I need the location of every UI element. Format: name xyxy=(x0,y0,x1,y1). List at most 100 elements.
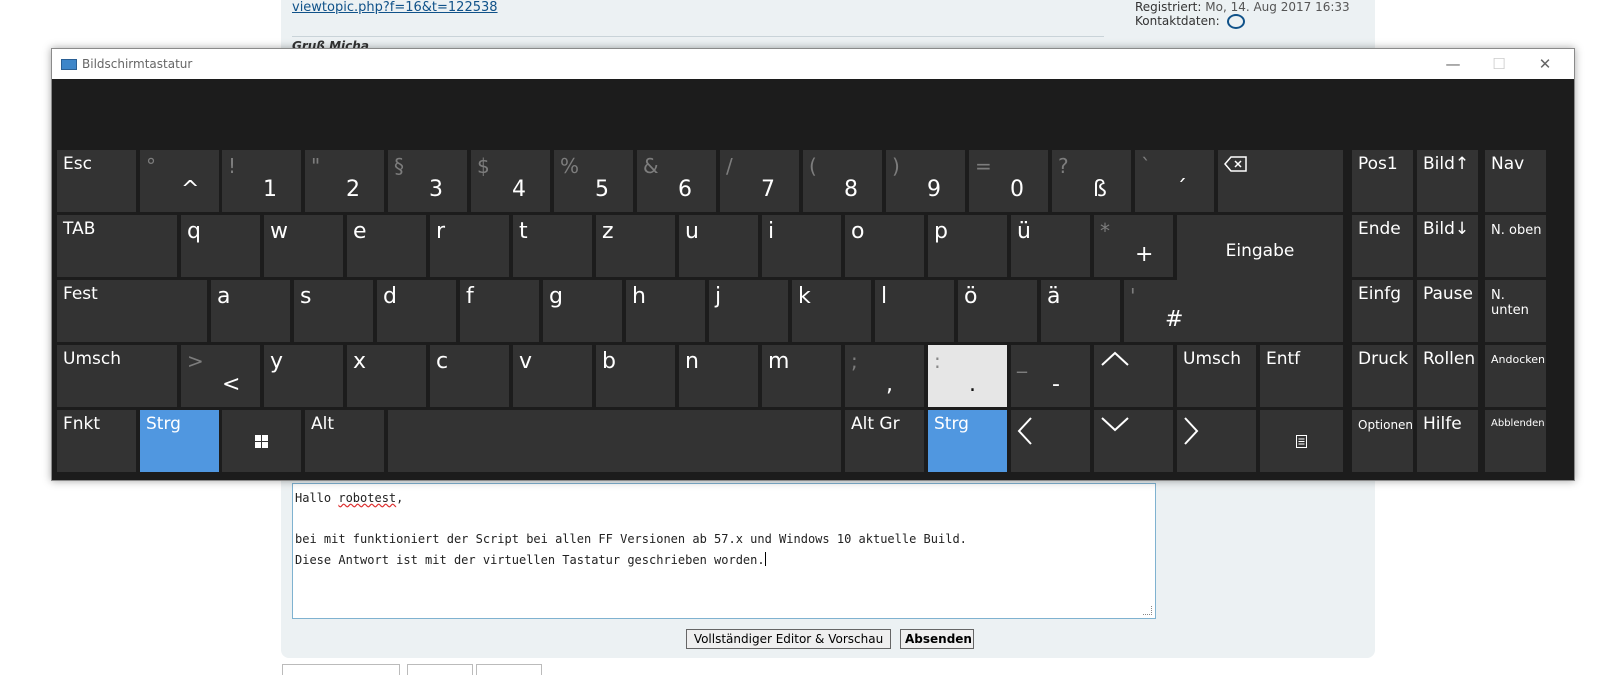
key-dock[interactable]: Andocken xyxy=(1485,345,1546,407)
osk-titlebar[interactable]: Bildschirmtastatur — ☐ ✕ xyxy=(52,49,1574,79)
key-ctrl-left[interactable]: Strg xyxy=(140,410,219,472)
key-arrow-left[interactable] xyxy=(1011,410,1090,472)
key-s[interactable]: s xyxy=(294,280,373,342)
key-a[interactable]: a xyxy=(211,280,290,342)
key-arrow-down[interactable] xyxy=(1094,410,1173,472)
key-arrow-up[interactable] xyxy=(1094,345,1173,407)
key-caps-lock[interactable]: Fest xyxy=(57,280,207,342)
full-editor-button[interactable]: Vollständiger Editor & Vorschau xyxy=(686,629,891,649)
key-o[interactable]: o xyxy=(845,215,924,277)
key-scroll-lock[interactable]: Rollen xyxy=(1417,345,1478,407)
speech-bubble-icon[interactable] xyxy=(1227,14,1246,29)
context-menu-icon xyxy=(1296,435,1307,448)
key-acute[interactable]: ` ´ xyxy=(1135,150,1214,212)
key-insert[interactable]: Einfg xyxy=(1352,280,1413,342)
text-caret xyxy=(764,552,766,566)
key-p[interactable]: p xyxy=(928,215,1007,277)
key-q[interactable]: q xyxy=(181,215,260,277)
key-print[interactable]: Druck xyxy=(1352,345,1413,407)
key-h[interactable]: h xyxy=(626,280,705,342)
key-8[interactable]: (8 xyxy=(803,150,882,212)
key-alt[interactable]: Alt xyxy=(305,410,384,472)
key-7[interactable]: /7 xyxy=(720,150,799,212)
key-b[interactable]: b xyxy=(596,345,675,407)
key-n[interactable]: n xyxy=(679,345,758,407)
key-4[interactable]: $4 xyxy=(471,150,550,212)
key-backspace[interactable] xyxy=(1218,150,1343,212)
key-1[interactable]: ! 1 xyxy=(222,150,301,212)
key-i[interactable]: i xyxy=(762,215,841,277)
key-plus[interactable]: * + xyxy=(1094,215,1173,277)
close-button[interactable]: ✕ xyxy=(1523,49,1567,79)
key-home[interactable]: Pos1 xyxy=(1352,150,1413,212)
key-fn[interactable]: Fnkt xyxy=(57,410,136,472)
key-tab[interactable]: TAB xyxy=(57,215,177,277)
key-f[interactable]: f xyxy=(460,280,539,342)
maximize-button[interactable]: ☐ xyxy=(1477,49,1521,79)
key-k[interactable]: k xyxy=(792,280,871,342)
key-shift-right[interactable]: Umsch xyxy=(1177,345,1256,407)
key-alt-gr[interactable]: Alt Gr xyxy=(845,410,924,472)
key-t[interactable]: t xyxy=(513,215,592,277)
submit-button[interactable]: Absenden xyxy=(900,629,974,649)
topic-link[interactable]: viewtopic.php?f=16&t=122538 xyxy=(292,0,498,15)
key-less-than[interactable]: > < xyxy=(181,345,260,407)
key-j[interactable]: j xyxy=(709,280,788,342)
key-page-up[interactable]: Bild↑ xyxy=(1417,150,1478,212)
key-menu[interactable] xyxy=(1260,410,1343,472)
key-oe[interactable]: ö xyxy=(958,280,1037,342)
key-options[interactable]: Optionen xyxy=(1352,410,1413,472)
key-6[interactable]: & 6 xyxy=(637,150,716,212)
key-minus[interactable]: _ - xyxy=(1011,345,1090,407)
key-help[interactable]: Hilfe xyxy=(1417,410,1478,472)
key-r[interactable]: r xyxy=(430,215,509,277)
key-ctrl-right[interactable]: Strg xyxy=(928,410,1007,472)
key-e[interactable]: e xyxy=(347,215,426,277)
registered-label: Registriert: xyxy=(1135,0,1202,14)
key-y[interactable]: y xyxy=(264,345,343,407)
key-d[interactable]: d xyxy=(377,280,456,342)
reply-textarea[interactable]: Hallo robotest, bei mit funktioniert der… xyxy=(292,483,1156,619)
key-arrow-right[interactable] xyxy=(1177,410,1256,472)
key-w[interactable]: w xyxy=(264,215,343,277)
misspelled-word: robotest xyxy=(338,491,397,505)
key-l[interactable]: l xyxy=(875,280,954,342)
key-v[interactable]: v xyxy=(513,345,592,407)
key-0[interactable]: = 0 xyxy=(969,150,1048,212)
key-shift-left[interactable]: Umsch xyxy=(57,345,177,407)
key-fade[interactable]: Abblenden xyxy=(1485,410,1546,472)
resize-grip[interactable] xyxy=(1143,606,1152,615)
key-3[interactable]: § 3 xyxy=(388,150,467,212)
key-m[interactable]: m xyxy=(762,345,841,407)
key-eszett[interactable]: ? ß xyxy=(1052,150,1131,212)
key-page-down[interactable]: Bild↓ xyxy=(1417,215,1478,277)
key-pause[interactable]: Pause xyxy=(1417,280,1478,342)
bottom-control-3[interactable] xyxy=(476,664,542,675)
key-9[interactable]: ) 9 xyxy=(886,150,965,212)
key-delete[interactable]: Entf xyxy=(1260,345,1343,407)
key-x[interactable]: x xyxy=(347,345,426,407)
key-5[interactable]: % 5 xyxy=(554,150,633,212)
key-move-up[interactable]: N. oben xyxy=(1485,215,1546,277)
key-hash[interactable]: ' # xyxy=(1124,280,1203,342)
minimize-button[interactable]: — xyxy=(1431,49,1475,79)
bottom-control-2[interactable] xyxy=(407,664,473,675)
key-ae[interactable]: ä xyxy=(1041,280,1120,342)
bottom-control-1[interactable] xyxy=(282,664,400,675)
key-ue[interactable]: ü xyxy=(1011,215,1090,277)
key-space[interactable] xyxy=(388,410,841,472)
key-comma[interactable]: ;, xyxy=(845,345,924,407)
key-u[interactable]: u xyxy=(679,215,758,277)
key-windows[interactable] xyxy=(222,410,301,472)
key-move-down[interactable]: N. unten xyxy=(1485,280,1546,342)
key-c[interactable]: c xyxy=(430,345,509,407)
key-z[interactable]: z xyxy=(596,215,675,277)
key-2[interactable]: " 2 xyxy=(305,150,384,212)
key-nav[interactable]: Nav xyxy=(1485,150,1546,212)
key-end[interactable]: Ende xyxy=(1352,215,1413,277)
key-caret[interactable]: ° ^ xyxy=(140,150,219,212)
profile-registered: Registriert: Mo, 14. Aug 2017 16:33 xyxy=(1135,0,1350,14)
key-period[interactable]: :. xyxy=(928,345,1007,407)
key-esc[interactable]: Esc xyxy=(57,150,136,212)
key-g[interactable]: g xyxy=(543,280,622,342)
